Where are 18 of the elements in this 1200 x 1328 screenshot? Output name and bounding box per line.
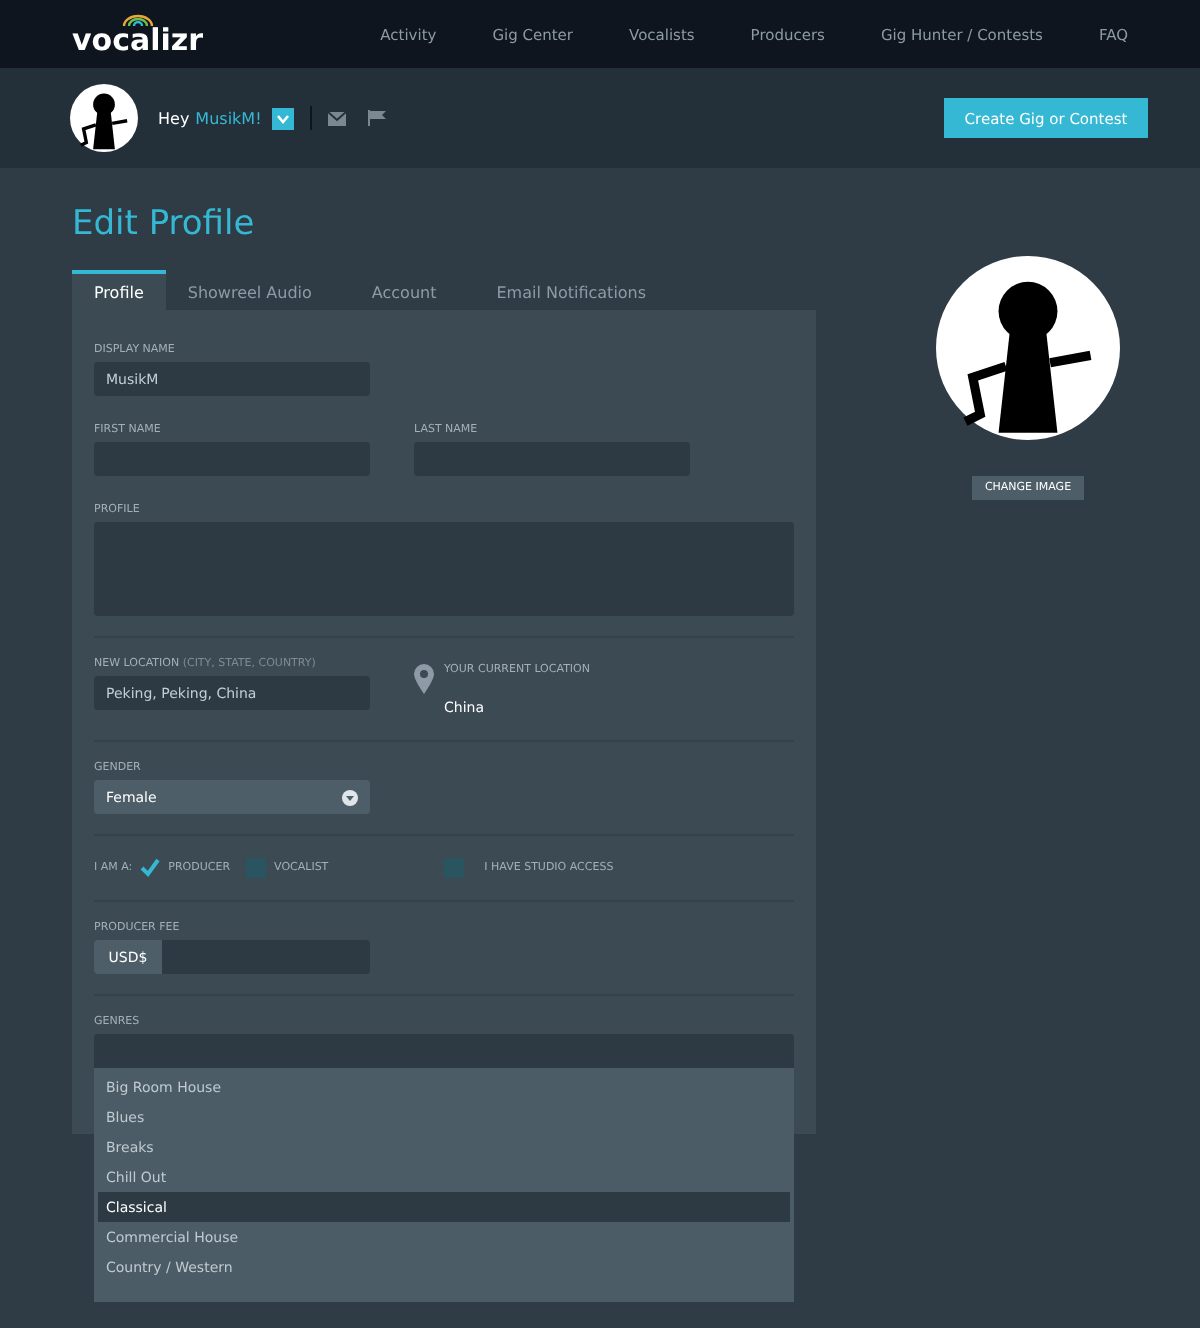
brand-logo[interactable]: vocalizr — [72, 25, 204, 55]
tab[interactable]: Showreel Audio — [165, 270, 334, 310]
location-pin-icon — [414, 664, 434, 694]
genres-field[interactable] — [94, 1034, 794, 1068]
tab[interactable]: Account — [349, 270, 459, 310]
flag-icon[interactable] — [367, 110, 386, 126]
checkbox[interactable] — [140, 858, 161, 878]
greeting: Hey — [158, 109, 190, 127]
username-link[interactable]: MusikM! — [195, 109, 262, 127]
page-title: Edit Profile — [72, 204, 257, 248]
caret-icon — [275, 113, 290, 123]
tab[interactable]: Profile — [72, 270, 166, 310]
tab[interactable]: Email Notifications — [474, 270, 669, 310]
wifi-arc-icon — [121, 13, 154, 25]
caret-icon — [342, 789, 358, 805]
avatar-icon — [70, 84, 138, 152]
mail-icon[interactable] — [327, 111, 346, 125]
dropdown-button[interactable] — [271, 107, 294, 129]
